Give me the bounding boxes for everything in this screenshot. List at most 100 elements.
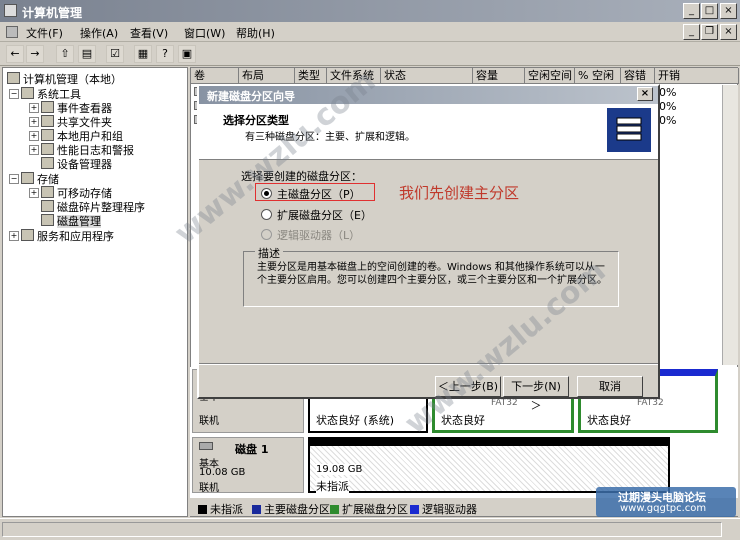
menu-file[interactable]: 文件(F)	[26, 25, 63, 41]
forum-badge: 过期漫头电脑论坛 www.gqgtpc.com	[596, 487, 736, 517]
toolbar: ← → ⇧ ▤ ☑ ▦ ? ▣	[0, 42, 740, 66]
option-primary[interactable]: 主磁盘分区（P）	[261, 186, 361, 202]
storage-icon	[21, 172, 34, 184]
expand-icon[interactable]: +	[29, 103, 39, 113]
expand-icon[interactable]: +	[29, 145, 39, 155]
radio-icon[interactable]	[261, 209, 272, 220]
radio-selected-icon[interactable]	[261, 188, 272, 199]
dialog-header: 选择分区类型 有三种磁盘分区：主要、扩展和逻辑。	[199, 104, 658, 160]
col-header-free-space[interactable]: 空闲空间	[525, 68, 575, 84]
legend-primary: 主要磁盘分区	[246, 501, 330, 517]
radio-disabled-icon	[261, 229, 272, 240]
export-icon[interactable]: ▦	[134, 45, 152, 63]
legend-logical: 逻辑驱动器	[404, 501, 477, 517]
col-header-status[interactable]: 状态	[381, 68, 473, 84]
expand-icon[interactable]: +	[9, 231, 19, 241]
expand-icon[interactable]: +	[29, 188, 39, 198]
view-icon[interactable]: ▣	[178, 45, 196, 63]
maximize-button[interactable]: □	[701, 3, 718, 19]
next-button[interactable]: 下一步(N) ＞	[503, 376, 569, 412]
legend-extended: 扩展磁盘分区	[324, 501, 408, 517]
menu-action[interactable]: 操作(A)	[80, 25, 118, 41]
dialog-close-button[interactable]: ×	[637, 87, 653, 101]
computer-icon	[7, 72, 20, 84]
description-text: 主要分区是用基本磁盘上的空间创建的卷。Windows 和其他操作系统可以从一个主…	[257, 262, 607, 286]
annotation-text: 我们先创建主分区	[399, 184, 520, 202]
perf-logs-icon	[41, 143, 54, 155]
pct-free-cell: 0%	[659, 114, 677, 127]
tree-services[interactable]: 服务和应用程序	[21, 228, 114, 244]
device-manager-icon	[41, 157, 54, 169]
option-extended[interactable]: 扩展磁盘分区（E）	[261, 207, 372, 223]
window-titlebar: 计算机管理 _ □ ×	[0, 0, 740, 22]
button-separator	[199, 363, 658, 365]
col-header-type[interactable]: 类型	[295, 68, 327, 84]
app-icon	[4, 4, 17, 17]
disk0-state: 联机	[199, 416, 219, 427]
inner-restore-button[interactable]: ❐	[701, 24, 718, 40]
legend-swatch	[198, 505, 207, 514]
col-header-volume[interactable]: 卷	[191, 68, 239, 84]
tree-device-manager[interactable]: 设备管理器	[41, 156, 112, 172]
menu-help[interactable]: 帮助(H)	[236, 25, 275, 41]
close-button[interactable]: ×	[720, 3, 737, 19]
col-header-overhead[interactable]: 开销	[655, 68, 739, 84]
legend-swatch	[410, 505, 419, 514]
menu-window[interactable]: 窗口(W)	[184, 25, 225, 41]
window-title: 计算机管理	[22, 6, 83, 20]
disk1-info: 磁盘 1 基本 10.08 GB 联机	[192, 437, 304, 494]
forum-url: www.gqgtpc.com	[620, 503, 707, 514]
collapse-icon[interactable]: −	[9, 89, 19, 99]
col-header-capacity[interactable]: 容量	[473, 68, 525, 84]
wizard-disks-icon	[607, 108, 651, 152]
partition-filesystem: FAT32	[491, 398, 518, 408]
unallocated-size: 19.08 GB	[316, 464, 363, 475]
show-tree-icon[interactable]: ▤	[78, 45, 96, 63]
expand-icon[interactable]: +	[29, 131, 39, 141]
pct-free-cell: 0%	[659, 100, 677, 113]
col-header-layout[interactable]: 布局	[239, 68, 295, 84]
expand-icon[interactable]: +	[29, 117, 39, 127]
help-icon[interactable]: ?	[156, 45, 174, 63]
back-arrow-icon[interactable]: ←	[6, 45, 24, 63]
dialog-titlebar: 新建磁盘分区向导 ×	[199, 86, 658, 104]
col-header-filesystem[interactable]: 文件系统	[327, 68, 381, 84]
vertical-scrollbar[interactable]	[722, 85, 738, 365]
tree-disk-mgmt[interactable]: 磁盘管理	[41, 213, 101, 229]
col-header-pct-free[interactable]: % 空闲	[575, 68, 621, 84]
status-bar	[0, 518, 740, 540]
properties-icon[interactable]: ☑	[106, 45, 124, 63]
services-icon	[21, 229, 34, 241]
minimize-button[interactable]: _	[683, 3, 700, 19]
col-header-fault-tolerance[interactable]: 容错	[621, 68, 655, 84]
partition-status: 状态良好	[441, 414, 485, 427]
disk1-unallocated[interactable]: 19.08 GB 未指派	[308, 437, 670, 494]
defrag-icon	[41, 200, 54, 212]
cancel-button[interactable]: 取消	[577, 376, 643, 397]
menu-view[interactable]: 查看(V)	[130, 25, 168, 41]
legend-swatch	[330, 505, 339, 514]
pct-free-cell: 0%	[659, 86, 677, 99]
shared-folder-icon	[41, 115, 54, 127]
unallocated-label: 未指派	[316, 478, 349, 494]
partition-filesystem: FAT32	[637, 398, 664, 408]
status-pane	[2, 522, 722, 537]
collapse-icon[interactable]: −	[9, 174, 19, 184]
back-button[interactable]: ＜上一步(B)	[435, 376, 501, 397]
partition-group-label: 选择要创建的磁盘分区：	[241, 170, 362, 183]
inner-minimize-button[interactable]: _	[683, 24, 700, 40]
tree-root[interactable]: 计算机管理（本地）	[7, 71, 122, 87]
new-partition-wizard: 新建磁盘分区向导 × 选择分区类型 有三种磁盘分区：主要、扩展和逻辑。 选择要创…	[197, 84, 660, 412]
menu-app-icon	[6, 26, 18, 38]
description-label: 描述	[255, 245, 283, 261]
legend-unallocated: 未指派	[192, 501, 243, 517]
forward-arrow-icon[interactable]: →	[26, 45, 44, 63]
dialog-title: 新建磁盘分区向导	[207, 90, 295, 103]
event-viewer-icon	[41, 101, 54, 113]
partition-status: 状态良好 (系统)	[316, 414, 395, 427]
legend-swatch	[252, 505, 261, 514]
disk1-name: 磁盘 1	[235, 443, 269, 456]
disk1-state: 联机	[199, 483, 219, 494]
inner-close-button[interactable]: ×	[720, 24, 737, 40]
up-folder-icon[interactable]: ⇧	[56, 45, 74, 63]
